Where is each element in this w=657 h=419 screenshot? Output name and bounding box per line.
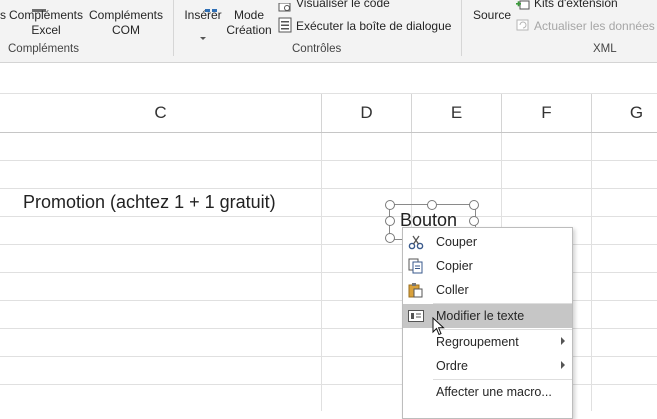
- com-addins-label-line2: COM: [112, 23, 140, 37]
- resize-handle-middle-left[interactable]: [385, 216, 395, 226]
- menu-item-copy[interactable]: Copier: [403, 254, 572, 278]
- menu-item-label: Modifier le texte: [436, 309, 525, 323]
- expansion-packs-label: Kits d'extension: [534, 0, 618, 10]
- column-header-row: C D E F G: [0, 94, 657, 133]
- menu-item-label: Coller: [436, 283, 469, 297]
- grid-col-line: [591, 133, 592, 411]
- excel-addins-label-line1: Compléments: [8, 8, 84, 22]
- menu-item-edit-text[interactable]: Modifier le texte: [403, 304, 572, 328]
- menu-item-label: Regroupement: [436, 335, 519, 349]
- view-code-icon: [278, 0, 292, 18]
- ribbon-developer-tab: s Compléments Excel Compléments COM Comp…: [0, 0, 657, 63]
- column-header-g[interactable]: G: [592, 94, 657, 132]
- com-addins-label-line1: Compléments: [88, 8, 164, 22]
- resize-handle-top-center[interactable]: [427, 200, 437, 210]
- group-label-controls: Contrôles: [292, 43, 342, 55]
- xml-source-button[interactable]: Source: [473, 8, 511, 23]
- menu-item-label: Affecter une macro...: [436, 385, 552, 399]
- menu-item-assign-macro[interactable]: Affecter une macro...: [403, 380, 572, 404]
- view-code-label: Visualiser le code: [296, 0, 390, 10]
- resize-handle-top-right[interactable]: [469, 200, 479, 210]
- submenu-arrow-icon: [561, 337, 565, 345]
- insert-dropdown-arrow-icon[interactable]: [200, 28, 206, 46]
- excel-addins-icon: [32, 0, 46, 12]
- expansion-packs-button[interactable]: Kits d'extension: [534, 0, 618, 11]
- excel-addins-label-line2: Excel: [31, 23, 61, 37]
- column-header-d[interactable]: D: [322, 94, 412, 132]
- run-dialog-label: Exécuter la boîte de dialogue: [296, 19, 452, 33]
- cell-promotion-text[interactable]: Promotion (achtez 1 + 1 gratuit): [23, 192, 276, 213]
- refresh-data-icon: [516, 18, 530, 37]
- resize-handle-top-left[interactable]: [385, 200, 395, 210]
- run-dialog-icon: [278, 17, 292, 38]
- run-dialog-button[interactable]: Exécuter la boîte de dialogue: [296, 19, 451, 34]
- grid-col-line: [321, 133, 322, 411]
- com-addins-button[interactable]: Compléments COM: [86, 8, 166, 38]
- resize-handle-middle-right[interactable]: [469, 216, 479, 226]
- group-label-complements: Compléments: [8, 43, 79, 55]
- column-header-c[interactable]: C: [0, 94, 322, 132]
- menu-item-label: Couper: [436, 235, 477, 249]
- ribbon-separator: [461, 0, 462, 56]
- copy-icon: [408, 258, 424, 274]
- xml-source-label: Source: [473, 8, 512, 22]
- excel-addins-button[interactable]: Compléments Excel: [6, 8, 86, 38]
- resize-handle-bottom-left[interactable]: [385, 233, 395, 243]
- edit-text-icon: [408, 308, 424, 324]
- menu-item-label: Copier: [436, 259, 473, 273]
- ribbon-separator: [173, 0, 174, 56]
- submenu-arrow-icon: [561, 361, 565, 369]
- refresh-data-button[interactable]: Actualiser les données: [534, 19, 655, 34]
- menu-item-grouping[interactable]: Regroupement: [403, 330, 572, 354]
- scissors-icon: [408, 234, 424, 250]
- paste-icon: [408, 282, 424, 298]
- grid-row-line: [0, 216, 657, 217]
- formula-bar-area: [0, 63, 657, 94]
- menu-item-paste[interactable]: Coller: [403, 278, 572, 302]
- menu-item-order[interactable]: Ordre: [403, 354, 572, 378]
- context-menu: Couper Copier Coller Modifier le texte R…: [402, 227, 573, 419]
- design-mode-label-line1: Mode: [233, 8, 265, 22]
- menu-item-label: Ordre: [436, 359, 468, 373]
- menu-item-cut[interactable]: Couper: [403, 230, 572, 254]
- group-label-xml: XML: [593, 43, 617, 55]
- design-mode-button[interactable]: Mode Création: [225, 8, 273, 38]
- view-code-button[interactable]: Visualiser le code: [296, 0, 390, 11]
- column-header-e[interactable]: E: [412, 94, 502, 132]
- column-header-f[interactable]: F: [502, 94, 592, 132]
- design-mode-label-line2: Création: [226, 23, 272, 37]
- insert-control-label: Insérer: [184, 8, 222, 22]
- grid-row-line: [0, 188, 657, 189]
- grid-row-line: [0, 160, 657, 161]
- insert-control-button[interactable]: Insérer: [180, 8, 226, 23]
- mouse-pointer-icon: [432, 316, 446, 342]
- expansion-packs-icon: [516, 0, 530, 16]
- refresh-data-label: Actualiser les données: [534, 19, 655, 33]
